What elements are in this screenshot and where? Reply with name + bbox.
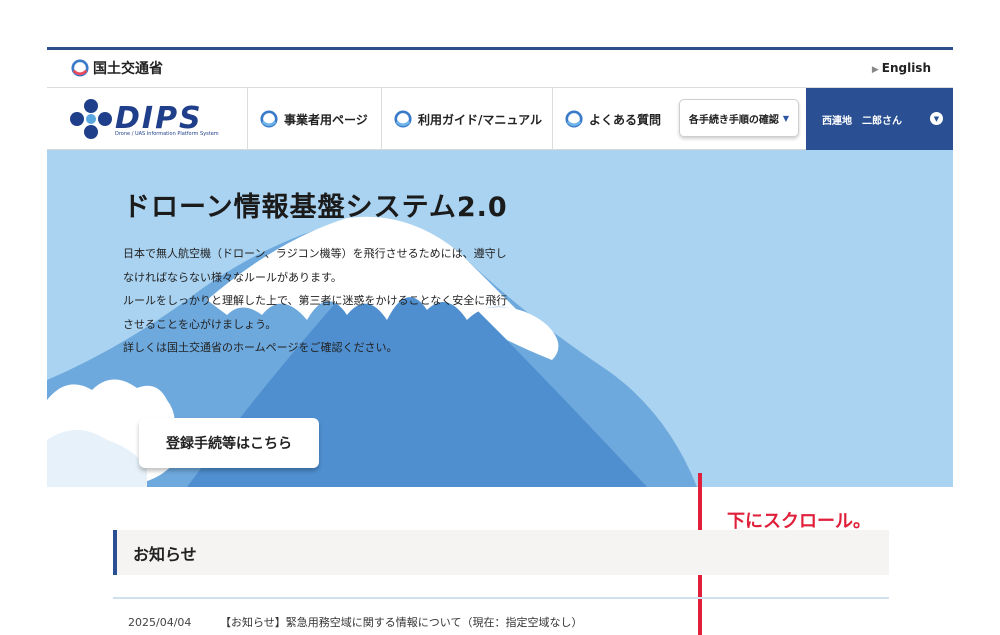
hero-description: 日本で無人航空機（ドローン、ラジコン機等）を飛行させるためには、遵守し なければ…	[123, 242, 583, 360]
news-date: 2025/04/04	[128, 616, 192, 629]
brand-subtitle: Drone / UAS Information Platform System	[115, 131, 219, 137]
ministry-bar: 国土交通省 ▶ English	[47, 50, 953, 88]
procedure-dropdown-label: 各手続き手順の確認	[688, 114, 779, 126]
caret-down-icon: ▼	[782, 113, 790, 123]
nav-item-faq[interactable]: よくある質問	[552, 88, 673, 150]
nav-item-label: 利用ガイド/マニュアル	[418, 112, 543, 127]
news-item[interactable]: 2025/04/04 【お知らせ】緊急用務空域に関する情報について（現在：指定空域…	[128, 614, 582, 630]
user-name: 西連地 二郎さん	[822, 115, 902, 127]
news-heading: お知らせ	[113, 530, 889, 575]
news-text[interactable]: 【お知らせ】緊急用務空域に関する情報について（現在：指定空域なし）	[220, 616, 582, 629]
nav-item-guide[interactable]: 利用ガイド/マニュアル	[381, 88, 552, 150]
hero-line: なければならない様々なルールがあります。	[123, 270, 342, 284]
hero-line: 詳しくは国土交通省のホームページをご確認ください。	[123, 341, 398, 354]
ministry-link[interactable]: 国土交通省	[71, 58, 163, 78]
english-label: English	[881, 61, 931, 75]
main-nav: DIPS Drone / UAS Information Platform Sy…	[47, 88, 953, 150]
ministry-name: 国土交通省	[93, 61, 163, 77]
english-link[interactable]: ▶ English	[872, 61, 931, 75]
nav-item-operator-page[interactable]: 事業者用ページ	[247, 88, 381, 150]
news-heading-label: お知らせ	[133, 545, 197, 564]
dips-mark-icon	[70, 99, 112, 139]
hero-line: ルールをしっかりと理解した上で、第三者に迷惑をかけることなく安全に飛行	[123, 294, 508, 307]
news-divider	[113, 597, 889, 599]
registration-button[interactable]: 登録手続等はこちら	[139, 418, 319, 468]
hero-banner: ドローン情報基盤システム2.0 日本で無人航空機（ドローン、ラジコン機等）を飛行…	[47, 150, 953, 487]
ministry-logo-icon	[394, 110, 412, 128]
nav-item-label: 事業者用ページ	[284, 112, 368, 127]
ministry-logo-icon	[260, 110, 278, 128]
hero-line: させることを心がけましょう。	[123, 317, 277, 331]
hero-title: ドローン情報基盤システム2.0	[123, 192, 508, 223]
dips-logo[interactable]: DIPS Drone / UAS Information Platform Sy…	[69, 98, 229, 140]
user-menu[interactable]: 西連地 二郎さん ▼	[806, 88, 953, 150]
procedure-dropdown[interactable]: 各手続き手順の確認 ▼	[679, 99, 799, 137]
hero-line: 日本で無人航空機（ドローン、ラジコン機等）を飛行させるためには、遵守し	[123, 247, 507, 260]
triangle-right-icon: ▶	[871, 65, 879, 75]
chevron-down-icon: ▼	[930, 112, 943, 125]
nav-item-label: よくある質問	[589, 112, 662, 127]
ministry-logo-icon	[71, 59, 89, 77]
ministry-logo-icon	[565, 110, 583, 128]
